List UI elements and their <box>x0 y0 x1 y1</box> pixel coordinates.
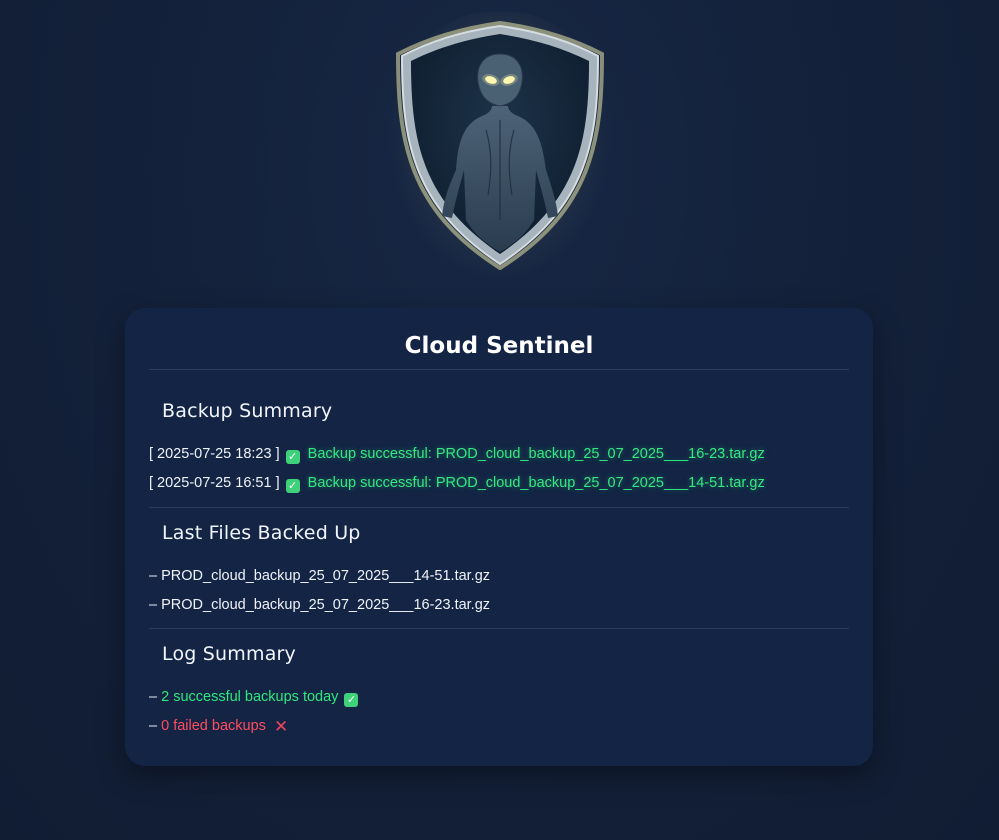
list-bullet: – <box>149 597 158 613</box>
status-card: Cloud Sentinel Backup Summary [ 2025-07-… <box>125 308 873 766</box>
log-success-line: – 2 successful backups today ✓ <box>149 687 362 707</box>
section-divider <box>149 507 849 508</box>
backup-entry: [ 2025-07-25 18:23 ] ✓ Backup successful… <box>149 444 765 464</box>
success-count-text: 2 successful backups today <box>161 689 339 705</box>
cross-icon: ✕ <box>273 717 289 737</box>
backup-entry-timestamp: [ 2025-07-25 16:51 ] <box>149 475 280 491</box>
backup-summary-heading: Backup Summary <box>162 400 333 422</box>
file-name: PROD_cloud_backup_25_07_2025___14-51.tar… <box>161 568 491 584</box>
title-divider <box>149 369 849 370</box>
list-bullet: – <box>149 718 158 734</box>
list-bullet: – <box>149 689 158 705</box>
log-failed-line: – 0 failed backups ✕ <box>149 716 288 737</box>
backup-entry: [ 2025-07-25 16:51 ] ✓ Backup successful… <box>149 473 765 493</box>
logo <box>386 12 614 282</box>
list-bullet: – <box>149 568 158 584</box>
file-list-item: – PROD_cloud_backup_25_07_2025___14-51.t… <box>149 566 490 586</box>
last-files-heading: Last Files Backed Up <box>162 522 361 544</box>
file-list-item: – PROD_cloud_backup_25_07_2025___16-23.t… <box>149 595 490 615</box>
backup-entry-message: Backup successful: PROD_cloud_backup_25_… <box>307 475 765 491</box>
backup-entry-timestamp: [ 2025-07-25 18:23 ] <box>149 446 280 462</box>
check-icon: ✓ <box>344 693 359 707</box>
failed-count-text: 0 failed backups <box>161 718 266 734</box>
section-divider <box>149 628 849 629</box>
check-icon: ✓ <box>285 479 300 493</box>
shield-guardian-icon <box>396 20 604 270</box>
backup-entry-message: Backup successful: PROD_cloud_backup_25_… <box>307 446 765 462</box>
file-name: PROD_cloud_backup_25_07_2025___16-23.tar… <box>161 597 491 613</box>
log-summary-heading: Log Summary <box>162 643 296 665</box>
page-title: Cloud Sentinel <box>404 333 594 359</box>
check-icon: ✓ <box>285 450 300 464</box>
